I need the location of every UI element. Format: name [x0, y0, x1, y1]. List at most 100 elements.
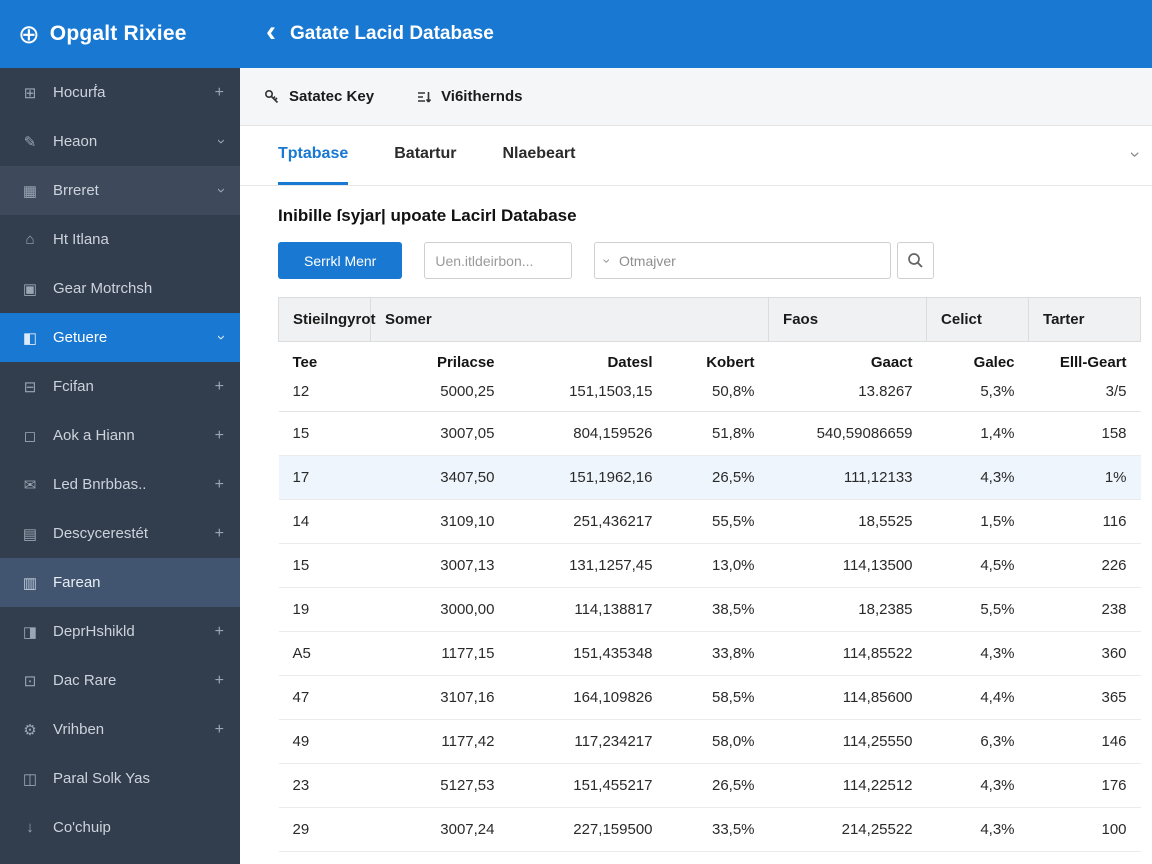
toolbar-action-label: Satatec Key — [289, 88, 375, 105]
toolbar-action-label: Vi6ithernds — [441, 88, 523, 105]
sidebar-item-3[interactable]: ⌂ Ht Itlana — [0, 215, 240, 264]
tab-2[interactable]: Nlaebeart — [502, 126, 575, 185]
table-cell: 151,435348 — [508, 631, 667, 676]
sidebar-item-14[interactable]: ◫ Paral Solk Yas — [0, 754, 240, 803]
table-cell: 117,234217 — [508, 719, 667, 764]
sidebar-item-15[interactable]: ↓ Co'chuip — [0, 803, 240, 852]
filter-dropdown[interactable]: › Otmajver — [594, 242, 892, 279]
plus-icon[interactable]: + — [215, 672, 224, 690]
sidebar-item-7[interactable]: ◻ Aok a Hiann + — [0, 411, 240, 460]
table-cell: 6,3% — [926, 719, 1029, 764]
table-cell[interactable]: 176 — [1028, 763, 1141, 808]
table-row[interactable]: A5 1177,15 151,435348 33,8% 114,85522 4,3% 360 — [278, 631, 1141, 676]
table-cell: 111,12133 — [768, 455, 927, 500]
table-cell: 3/5 — [1028, 373, 1141, 412]
table-row[interactable]: 17 3407,50 151,1962,16 26,5% 111,12133 4,3% 1% — [278, 455, 1141, 500]
table-row[interactable]: 47 3107,16 164,109826 58,5% 114,85600 4,4% 365 — [278, 675, 1141, 720]
table-cell: 1,5% — [926, 499, 1029, 544]
plus-icon[interactable]: + — [215, 721, 224, 739]
sidebar-item-10[interactable]: ▥ Farean — [0, 558, 240, 607]
table-row[interactable]: 23 5127,53 151,455217 26,5% 114,22512 4,3% 176 — [278, 763, 1141, 808]
table-cell: 114,25550 — [768, 719, 927, 764]
toolbar-action-filter[interactable]: Vi6ithernds — [416, 88, 522, 105]
plus-icon[interactable]: + — [215, 84, 224, 102]
table-cell: 1177,42 — [370, 719, 509, 764]
table-cell: 47 — [278, 675, 371, 720]
chevron-down-icon[interactable]: › — [213, 335, 230, 340]
panel-icon: ⊟ — [23, 378, 37, 396]
sidebar-item-1[interactable]: ✎ Heaon › — [0, 117, 240, 166]
table-cell: 15 — [278, 411, 371, 456]
sidebar-item-2[interactable]: ▦ Brreret › — [0, 166, 240, 215]
table-cell: 251,436217 — [508, 499, 667, 544]
table-cell: 214,25522 — [768, 807, 927, 852]
sidebar-item-label: Paral Solk Yas — [53, 770, 150, 787]
search-button[interactable] — [897, 242, 935, 279]
table-cell[interactable]: 116 — [1028, 499, 1141, 544]
column-group-header: Stieilngyrot — [278, 297, 376, 342]
table-cell: 1177,15 — [370, 631, 509, 676]
table-row[interactable]: 29 3007,24 227,159500 33,5% 214,25522 4,3% 100 — [278, 807, 1141, 852]
back-chevron-icon[interactable]: ‹ — [266, 15, 276, 49]
table-cell[interactable]: 238 — [1028, 587, 1141, 632]
sidebar-item-5[interactable]: ◧ Getuere › — [0, 313, 240, 362]
sidebar-item-0[interactable]: ⊞ Hocurḟa + — [0, 68, 240, 117]
table-cell[interactable]: 226 — [1028, 543, 1141, 588]
chevron-down-icon[interactable]: › — [213, 139, 230, 144]
table-cell: 131,1257,45 — [508, 543, 667, 588]
sidebar-item-9[interactable]: ▤ Descycerestét + — [0, 509, 240, 558]
table-cell[interactable]: 158 — [1028, 411, 1141, 456]
sidebar-nav: ⊞ Hocurḟa + ✎ Heaon › ▦ Brreret › ⌂ Ht Itlana ▣ Gear… — [0, 68, 240, 864]
sidebar-item-label: Farean — [53, 574, 101, 591]
sidebar-item-8[interactable]: ✉ Led Bnrbbas.. + — [0, 460, 240, 509]
chevron-down-icon[interactable]: › — [213, 188, 230, 193]
table-cell[interactable]: 365 — [1028, 675, 1141, 720]
home-icon: ⌂ — [25, 231, 35, 248]
table-cell[interactable]: 5000,25 — [370, 373, 509, 412]
sidebar-item-4[interactable]: ▣ Gear Motrchsh — [0, 264, 240, 313]
sidebar-item-label: Heaon — [53, 133, 98, 150]
table-row[interactable]: 14 3109,10 251,436217 55,5% 18,5525 1,5% 116 — [278, 499, 1141, 544]
sidebar-item-11[interactable]: ◨ DeprHshikld + — [0, 607, 240, 656]
tab-1[interactable]: Batartur — [394, 126, 456, 185]
tab-0[interactable]: Tptabase — [278, 126, 349, 185]
sidebar-item-label: Aok a Hiann — [53, 427, 135, 444]
table-cell[interactable]: 100 — [1028, 807, 1141, 852]
table-row[interactable]: 49 1177,42 117,234217 58,0% 114,25550 6,3% 146 — [278, 719, 1141, 764]
table-cell: 3109,10 — [370, 499, 509, 544]
plus-icon[interactable]: + — [215, 427, 224, 445]
plus-icon[interactable]: + — [215, 476, 224, 494]
column-group-header: Somer — [370, 297, 770, 342]
sidebar-item-label: Brreret — [53, 182, 99, 199]
table-cell: 13,0% — [666, 543, 769, 588]
sidebar-item-12[interactable]: ⊡ Dac Rare + — [0, 656, 240, 705]
app-brand[interactable]: ⊕ Opgalt Rixiee — [0, 21, 240, 47]
plus-icon[interactable]: + — [215, 623, 224, 641]
column-header: Elll-Geart — [1059, 354, 1127, 371]
table-cell: 114,22512 — [768, 763, 927, 808]
sidebar-item-13[interactable]: ⚙ Vrihben + — [0, 705, 240, 754]
table-cell[interactable]: 1% — [1028, 455, 1141, 500]
primary-action-button[interactable]: Serrkl Menr — [278, 242, 403, 279]
table-row[interactable]: 12 5000,25 151,1503,15 50,8% 13.8267 5,3% 3/5 — [278, 373, 1141, 412]
plus-icon[interactable]: + — [215, 378, 224, 396]
toolbar-action-key[interactable]: Satatec Key — [264, 88, 374, 105]
column-header: Datesl — [607, 354, 653, 371]
edit-icon: ✎ — [23, 133, 37, 151]
sidebar-item-label: Getuere — [53, 329, 108, 346]
table-cell: 151,455217 — [508, 763, 667, 808]
table-cell[interactable]: 360 — [1028, 631, 1141, 676]
column-header: Tee — [292, 354, 318, 371]
table-cell: 3000,00 — [370, 587, 509, 632]
plus-icon[interactable]: + — [215, 525, 224, 543]
table-row[interactable]: 19 3000,00 114,138817 38,5% 18,2385 5,5% 238 — [278, 587, 1141, 632]
table-cell[interactable]: 146 — [1028, 719, 1141, 764]
sidebar-item-label: Ht Itlana — [53, 231, 109, 248]
table-row[interactable]: 15 3007,13 131,1257,45 13,0% 114,13500 4,5% 22… — [278, 543, 1141, 588]
sidebar-item-6[interactable]: ⊟ Fcifan + — [0, 362, 240, 411]
search-input[interactable] — [424, 242, 573, 279]
tabs-overflow-chevron-icon[interactable]: › — [1125, 152, 1146, 158]
table-row[interactable]: 15 3007,05 804,159526 51,8% 540,59086659 1,4%… — [278, 411, 1141, 456]
table-cell: 3007,13 — [370, 543, 509, 588]
table-cell: 4,3% — [926, 631, 1029, 676]
